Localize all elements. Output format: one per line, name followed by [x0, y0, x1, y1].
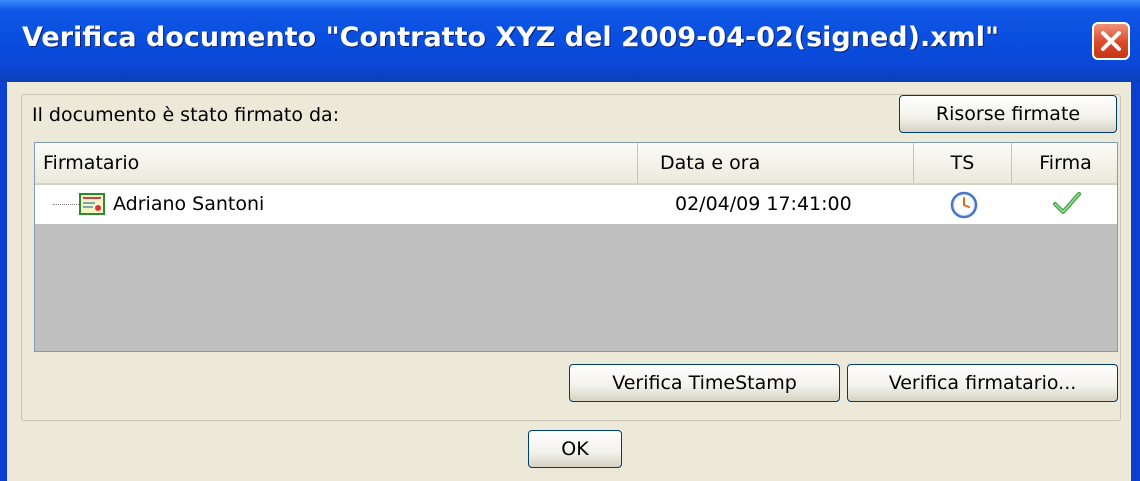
close-icon — [1101, 31, 1121, 51]
tree-connector — [53, 204, 79, 205]
column-header-ts[interactable]: TS — [914, 143, 1012, 183]
verify-timestamp-button[interactable]: Verifica TimeStamp — [569, 364, 840, 402]
checkmark-icon[interactable] — [1052, 190, 1082, 218]
table-header: Firmatario Data e ora TS Firma — [35, 143, 1117, 185]
window-title: Verifica documento "Contratto XYZ del 20… — [22, 22, 1000, 53]
signers-table: Firmatario Data e ora TS Firma Adriano S… — [34, 142, 1118, 352]
verify-signer-button[interactable]: Verifica firmatario... — [847, 364, 1118, 402]
column-header-firmatario[interactable]: Firmatario — [35, 143, 638, 183]
dialog-window: Verifica documento "Contratto XYZ del 20… — [0, 0, 1140, 481]
signature-datetime: 02/04/09 17:41:00 — [675, 193, 852, 215]
certificate-icon — [79, 193, 105, 215]
column-header-firma[interactable]: Firma — [1012, 143, 1117, 183]
signer-name: Adriano Santoni — [113, 193, 265, 215]
table-row[interactable]: Adriano Santoni 02/04/09 17:41:00 — [35, 185, 1117, 224]
close-button[interactable] — [1092, 22, 1130, 60]
title-bar[interactable]: Verifica documento "Contratto XYZ del 20… — [0, 0, 1140, 82]
signed-resources-button[interactable]: Risorse firmate — [899, 95, 1117, 133]
ok-button[interactable]: OK — [528, 430, 622, 468]
signed-by-label: Il documento è stato firmato da: — [32, 104, 340, 126]
clock-icon[interactable] — [950, 191, 978, 219]
column-header-data-ora[interactable]: Data e ora — [638, 143, 914, 183]
dialog-body: Il documento è stato firmato da: Risorse… — [7, 82, 1131, 481]
